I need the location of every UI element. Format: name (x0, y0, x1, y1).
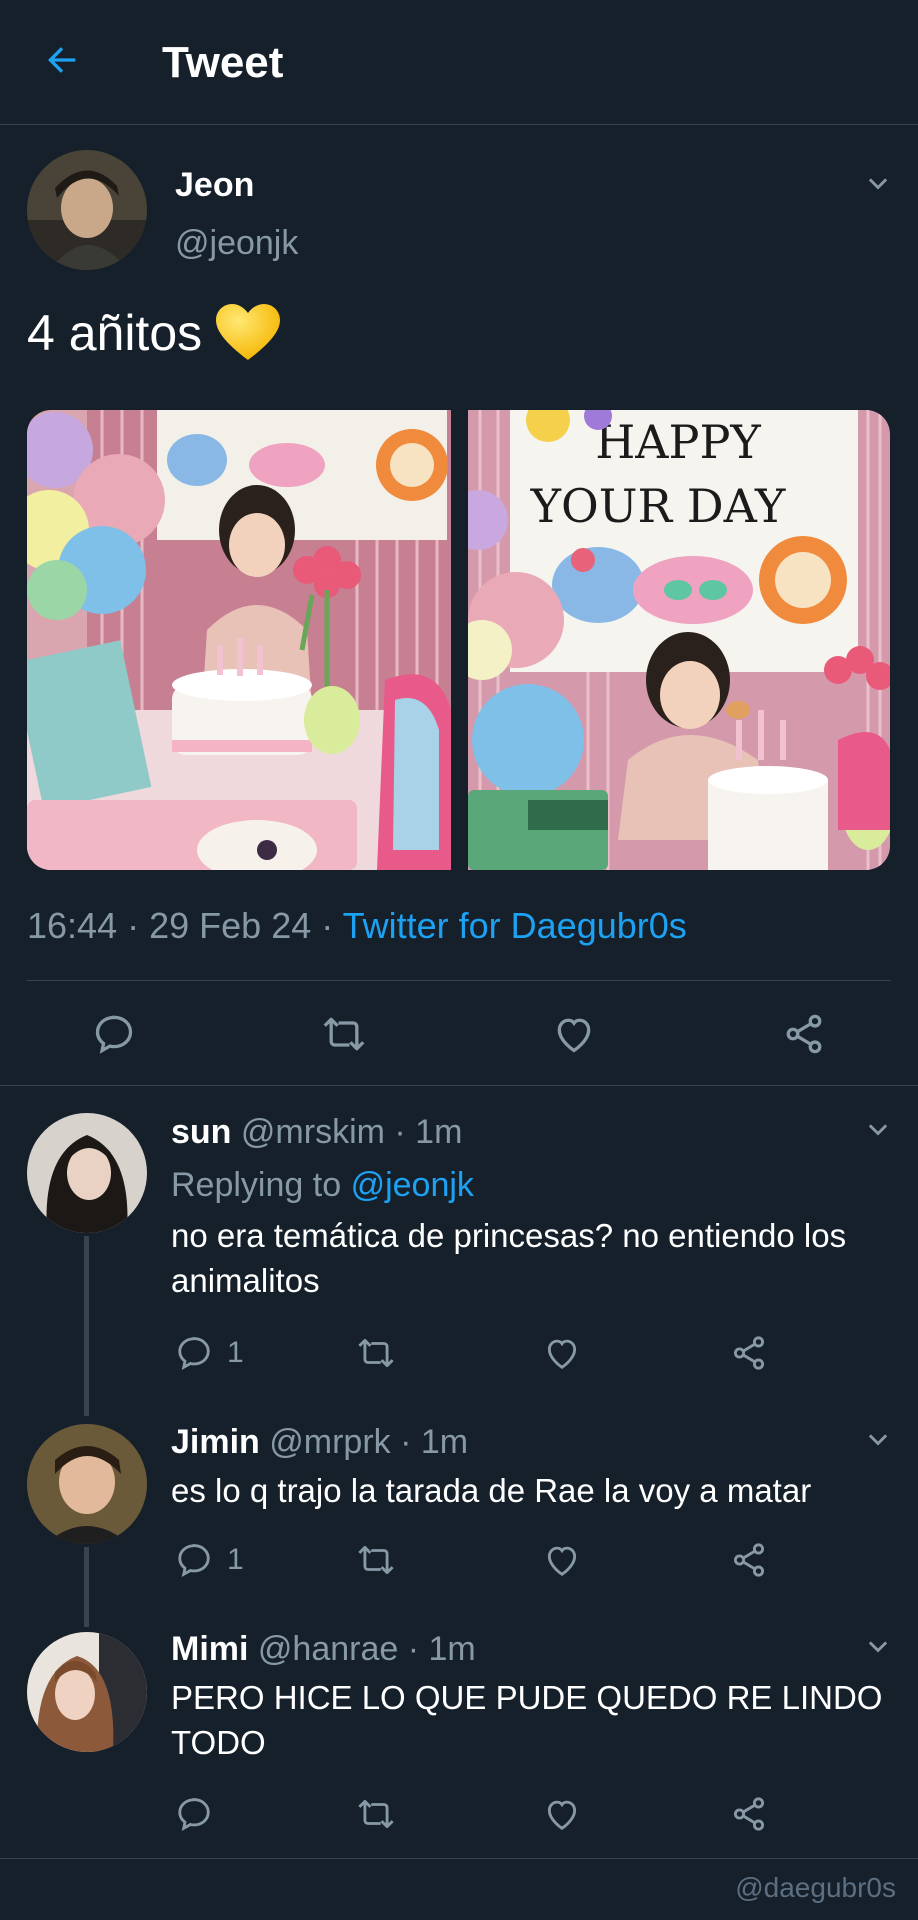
reply-icon (178, 1798, 210, 1832)
avatar-image (27, 1424, 147, 1544)
reply-text: no era temática de princesas? no entiend… (171, 1217, 847, 1299)
retweet-icon (358, 1799, 394, 1829)
reply-icon (95, 1015, 133, 1054)
top-bar: Tweet (0, 0, 918, 125)
reply-header: Jimin @mrprk · 1m (171, 1423, 468, 1462)
tweet-time: 16:44 (27, 905, 118, 946)
share-button[interactable] (730, 1334, 768, 1372)
reply-time: · 1m (407, 1630, 476, 1668)
reply-author-name[interactable]: Jimin (171, 1423, 260, 1461)
reply-author-handle[interactable]: @hanrae (258, 1630, 398, 1668)
avatar-image (27, 1632, 147, 1752)
tweet-source-link[interactable]: Twitter for Daegubr0s (343, 905, 687, 946)
like-button[interactable] (552, 1012, 596, 1056)
share-icon (733, 1336, 765, 1370)
retweet-button[interactable] (320, 1012, 368, 1056)
reply-icon (178, 1337, 210, 1371)
tweet-photo-1[interactable] (27, 410, 451, 870)
meta-separator: · (321, 905, 334, 946)
tweet-photo-2[interactable]: HAPPY YOUR DAY (468, 410, 890, 870)
reply-icon (178, 1544, 210, 1578)
heart-icon (547, 1339, 577, 1369)
replying-to-label: Replying to (171, 1166, 342, 1204)
tweet-detail-page: Tweet Jeon @jeonjk 4 añitos HAPPY YOUR D… (0, 0, 918, 1920)
reply-author-handle[interactable]: @mrskim (241, 1113, 385, 1151)
reply-author-name[interactable]: sun (171, 1113, 231, 1151)
reply-button[interactable]: 1 (175, 1334, 244, 1372)
like-button[interactable] (543, 1541, 581, 1579)
like-button[interactable] (543, 1334, 581, 1372)
chevron-down-icon[interactable] (864, 170, 892, 198)
reply-text: PERO HICE LO QUE PUDE QUEDO RE LINDO TOD… (171, 1679, 883, 1761)
divider (0, 1858, 918, 1859)
avatar[interactable] (27, 1632, 147, 1752)
reply-button[interactable] (92, 1012, 136, 1056)
banner-line-2: YOUR DAY (530, 479, 786, 533)
retweet-icon (358, 1545, 394, 1575)
reply-header: Mimi @hanrae · 1m (171, 1630, 476, 1669)
reply-button[interactable] (175, 1795, 227, 1833)
reply-count: 1 (227, 1543, 244, 1576)
watermark: @daegubr0s (735, 1872, 896, 1903)
heart-icon (557, 1018, 591, 1053)
like-button[interactable] (543, 1795, 581, 1833)
share-button[interactable] (730, 1795, 768, 1833)
retweet-button[interactable] (355, 1795, 397, 1833)
heart-icon (547, 1546, 577, 1576)
replying-to: Replying to @jeonjk (171, 1166, 474, 1205)
retweet-icon (358, 1338, 394, 1368)
back-button[interactable] (36, 34, 88, 86)
birthday-photo-image (27, 410, 451, 870)
reply-header: sun @mrskim · 1m (171, 1113, 462, 1152)
reply-count: 1 (227, 1336, 244, 1369)
tweet-date: 29 Feb 24 (149, 905, 312, 946)
share-icon (733, 1797, 765, 1831)
reply-text: es lo q trajo la tarada de Rae la voy a … (171, 1472, 812, 1509)
author-handle[interactable]: @jeonjk (175, 224, 298, 263)
reply-time: · 1m (400, 1423, 469, 1461)
retweet-icon (323, 1017, 365, 1051)
replying-to-handle[interactable]: @jeonjk (351, 1166, 474, 1204)
banner-line-1: HAPPY (595, 415, 761, 469)
yellow-heart-icon (216, 304, 281, 360)
reply-author-handle[interactable]: @mrprk (269, 1423, 390, 1461)
avatar-image (27, 1113, 147, 1233)
reply-button[interactable]: 1 (175, 1541, 244, 1579)
chevron-down-icon[interactable] (864, 1633, 892, 1661)
arrow-left-icon (48, 47, 76, 73)
thread-line (84, 1236, 89, 1416)
thread-line (84, 1547, 89, 1627)
divider (27, 980, 891, 981)
avatar[interactable] (27, 1424, 147, 1544)
birthday-photo-image: HAPPY YOUR DAY (468, 410, 890, 870)
reply-author-name[interactable]: Mimi (171, 1630, 248, 1668)
meta-separator: · (127, 905, 140, 946)
tweet-text: 4 añitos (27, 305, 203, 361)
avatar[interactable] (27, 1113, 147, 1233)
share-icon (733, 1543, 765, 1577)
tweet-meta: 16:44 · 29 Feb 24 · Twitter for Daegubr0… (27, 905, 687, 947)
share-button[interactable] (782, 1012, 826, 1056)
avatar-image (27, 150, 147, 270)
retweet-button[interactable] (355, 1334, 397, 1372)
divider (0, 1085, 918, 1086)
share-button[interactable] (730, 1541, 768, 1579)
page-title: Tweet (162, 38, 284, 87)
share-icon (786, 1014, 822, 1054)
chevron-down-icon[interactable] (864, 1426, 892, 1454)
reply-time: · 1m (394, 1113, 463, 1151)
retweet-button[interactable] (355, 1541, 397, 1579)
author-name[interactable]: Jeon (175, 166, 254, 205)
chevron-down-icon[interactable] (864, 1116, 892, 1144)
tweet-text-row: 4 añitos (27, 304, 281, 362)
heart-icon (547, 1800, 577, 1830)
avatar[interactable] (27, 150, 147, 270)
